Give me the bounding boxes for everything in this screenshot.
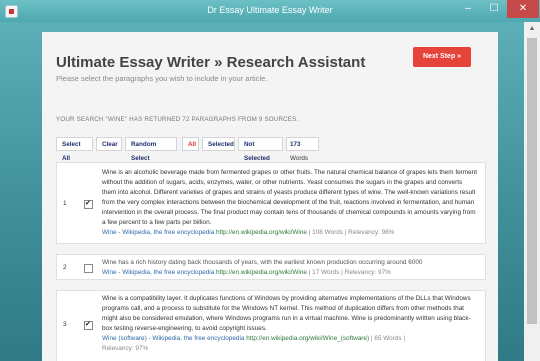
select-all-button[interactable]: Select All (56, 137, 93, 162)
paragraph-meta: | 17 Words | Relevancy: 97% (306, 269, 391, 276)
app-window: Dr Essay Ultimate Essay Writer – ☐ ✕ Ult… (0, 0, 540, 361)
clear-button[interactable]: Clear (96, 137, 122, 151)
source-link[interactable]: Wine - Wikipedia, the free encyclopedia (102, 229, 214, 236)
words-selected-counter: 173 Words Selected (286, 137, 319, 176)
minimize-button[interactable]: – (455, 0, 481, 18)
page-title: Ultimate Essay Writer » Research Assista… (56, 54, 366, 71)
source-link[interactable]: Wine (software) - Wikipedia, the free en… (102, 335, 244, 342)
paragraph-checkbox[interactable] (84, 199, 93, 209)
paragraph-text: Wine is a compatibility layer. It duplic… (102, 295, 471, 332)
maximize-button[interactable]: ☐ (481, 0, 507, 18)
paragraph-item[interactable]: 3 Wine is a compatibility layer. It dupl… (56, 290, 486, 361)
next-step-button[interactable]: Next Step » (413, 47, 471, 67)
page-subtitle: Please select the paragraphs you wish to… (56, 74, 268, 83)
main-panel: Ultimate Essay Writer » Research Assista… (42, 32, 498, 361)
paragraph-meta: | 65 Words | (369, 335, 406, 342)
filter-selected-button[interactable]: Selected (202, 137, 235, 151)
paragraph-list: 1 Wine is an alcoholic beverage made fro… (56, 162, 486, 361)
source-link[interactable]: Wine - Wikipedia, the free encyclopedia (102, 269, 214, 276)
paragraph-relevancy: Relevancy: 97% (102, 345, 149, 352)
paragraph-checkbox[interactable] (84, 264, 93, 273)
paragraph-text: Wine is an alcoholic beverage made from … (102, 169, 477, 226)
paragraph-checkbox[interactable] (84, 320, 93, 330)
random-select-button[interactable]: Random Select (125, 137, 177, 162)
paragraph-item[interactable]: 2 Wine has a rich history dating back th… (56, 254, 486, 280)
words-count: 173 (290, 141, 301, 148)
source-url[interactable]: http://en.wikipedia.org/wiki/Wine (216, 269, 307, 276)
results-summary: YOUR SEARCH "WINE" HAS RETURNED 72 PARAG… (56, 116, 299, 123)
scrollbar-thumb[interactable] (527, 38, 537, 324)
paragraph-text: Wine has a rich history dating back thou… (102, 259, 423, 266)
paragraph-number: 2 (63, 264, 67, 271)
source-url[interactable]: http://en.wikipedia.org/wiki/Wine (216, 229, 307, 236)
title-bar: Dr Essay Ultimate Essay Writer – ☐ ✕ (0, 0, 540, 22)
paragraph-text-block: Wine has a rich history dating back thou… (102, 258, 477, 278)
source-url[interactable]: http://en.wikipedia.org/wiki/Wine_(softw… (246, 335, 369, 342)
filter-all-button[interactable]: All (182, 137, 199, 151)
paragraph-number: 3 (63, 321, 67, 328)
vertical-scrollbar[interactable]: ▲ (524, 22, 540, 361)
filter-not-selected-button[interactable]: Not Selected (238, 137, 283, 162)
paragraph-item[interactable]: 1 Wine is an alcoholic beverage made fro… (56, 162, 486, 244)
scroll-up-arrow-icon[interactable]: ▲ (524, 22, 540, 36)
close-button[interactable]: ✕ (507, 0, 539, 18)
paragraph-number: 1 (63, 200, 67, 207)
paragraph-text-block: Wine is a compatibility layer. It duplic… (102, 294, 477, 354)
paragraph-meta: | 108 Words | Relevancy: 98% (306, 229, 395, 236)
paragraph-text-block: Wine is an alcoholic beverage made from … (102, 168, 477, 238)
